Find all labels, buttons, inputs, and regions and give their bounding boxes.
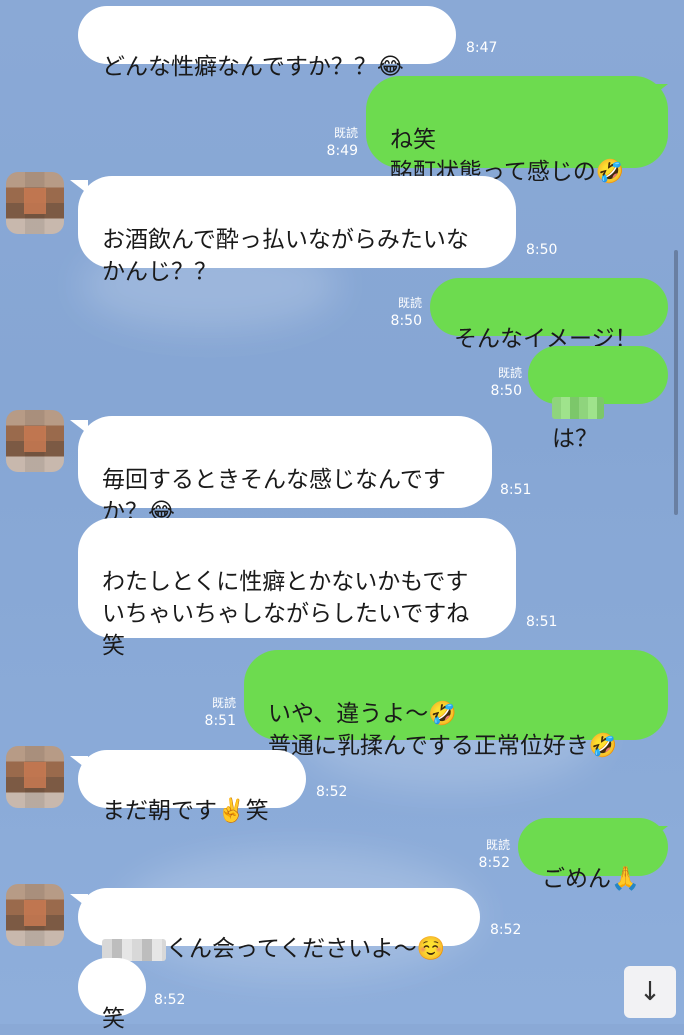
avatar[interactable] bbox=[6, 172, 64, 234]
message-bubble-outgoing[interactable]: は？ bbox=[528, 346, 668, 452]
message-time: 8:51 bbox=[500, 482, 532, 498]
message-time: 8:51 bbox=[526, 614, 558, 630]
message-time: 8:52 bbox=[478, 855, 510, 871]
message-bubble-incoming[interactable]: どんな性癖なんですか？？😂 bbox=[78, 6, 456, 80]
message-text: いや、違うよ〜🤣 普通に乳揉んでする正常位好き🤣 bbox=[268, 701, 618, 759]
message-text: ごめん🙏 bbox=[542, 866, 640, 892]
message-text: くん会ってくださいよ〜☺️ bbox=[166, 936, 446, 962]
read-receipt: 既読 bbox=[397, 296, 422, 310]
message-bubble-incoming[interactable]: まだ朝です✌️笑 bbox=[78, 750, 306, 824]
message-time: 8:52 bbox=[316, 784, 348, 800]
message-bubble-outgoing[interactable]: ね笑 酩酊状態って感じの🤣 bbox=[366, 76, 668, 185]
message-time: 8:50 bbox=[526, 242, 558, 258]
message-text: は？ bbox=[552, 426, 598, 452]
avatar[interactable] bbox=[6, 746, 64, 808]
message-text: どんな性癖なんですか？？😂 bbox=[102, 54, 404, 80]
bubble-tail bbox=[650, 84, 668, 98]
message-text: まだ朝です✌️笑 bbox=[102, 798, 269, 824]
message-meta: 既読 8:51 bbox=[196, 694, 236, 730]
redacted-name bbox=[552, 396, 604, 419]
message-time: 8:51 bbox=[204, 713, 236, 729]
read-receipt: 既読 bbox=[333, 126, 358, 140]
message-text: 笑 bbox=[102, 1006, 125, 1032]
arrow-down-icon: ↓ bbox=[639, 977, 661, 1007]
message-bubble-incoming[interactable]: 笑 bbox=[78, 958, 146, 1032]
message-time: 8:52 bbox=[154, 992, 186, 1008]
message-bubble-incoming[interactable]: 毎回するときそんな感じなんです か？😂 bbox=[78, 416, 492, 525]
scroll-to-bottom-button[interactable]: ↓ bbox=[624, 966, 676, 1018]
message-bubble-incoming[interactable]: わたしとくに性癖とかないかもです いちゃいちゃしながらしたいですね 笑 bbox=[78, 518, 516, 659]
message-meta: 既読 8:49 bbox=[318, 124, 358, 160]
message-time: 8:50 bbox=[390, 313, 422, 329]
message-bubble-outgoing[interactable]: ごめん🙏 bbox=[518, 818, 668, 892]
message-time: 8:49 bbox=[326, 143, 358, 159]
read-receipt: 既読 bbox=[211, 696, 236, 710]
message-meta: 既読 8:50 bbox=[380, 294, 422, 330]
message-bubble-incoming[interactable]: くん会ってくださいよ〜☺️ bbox=[78, 888, 480, 962]
message-meta: 既読 8:50 bbox=[480, 364, 522, 400]
message-meta: 既読 8:52 bbox=[468, 836, 510, 872]
message-time: 8:52 bbox=[490, 922, 522, 938]
read-receipt: 既読 bbox=[485, 838, 510, 852]
message-text: わたしとくに性癖とかないかもです いちゃいちゃしながらしたいですね 笑 bbox=[102, 569, 470, 659]
avatar[interactable] bbox=[6, 410, 64, 472]
message-text: 毎回するときそんな感じなんです か？😂 bbox=[102, 467, 446, 525]
read-receipt: 既読 bbox=[497, 366, 522, 380]
message-bubble-incoming[interactable]: お酒飲んで酔っ払いながらみたいな かんじ？？ bbox=[78, 176, 516, 285]
message-bubble-outgoing[interactable]: いや、違うよ〜🤣 普通に乳揉んでする正常位好き🤣 bbox=[244, 650, 668, 759]
message-time: 8:47 bbox=[466, 40, 498, 56]
bubble-tail bbox=[650, 826, 668, 840]
avatar[interactable] bbox=[6, 884, 64, 946]
message-time: 8:50 bbox=[490, 383, 522, 399]
message-bubble-outgoing[interactable]: そんなイメージ！ bbox=[430, 278, 668, 352]
scrollbar[interactable] bbox=[674, 250, 678, 515]
